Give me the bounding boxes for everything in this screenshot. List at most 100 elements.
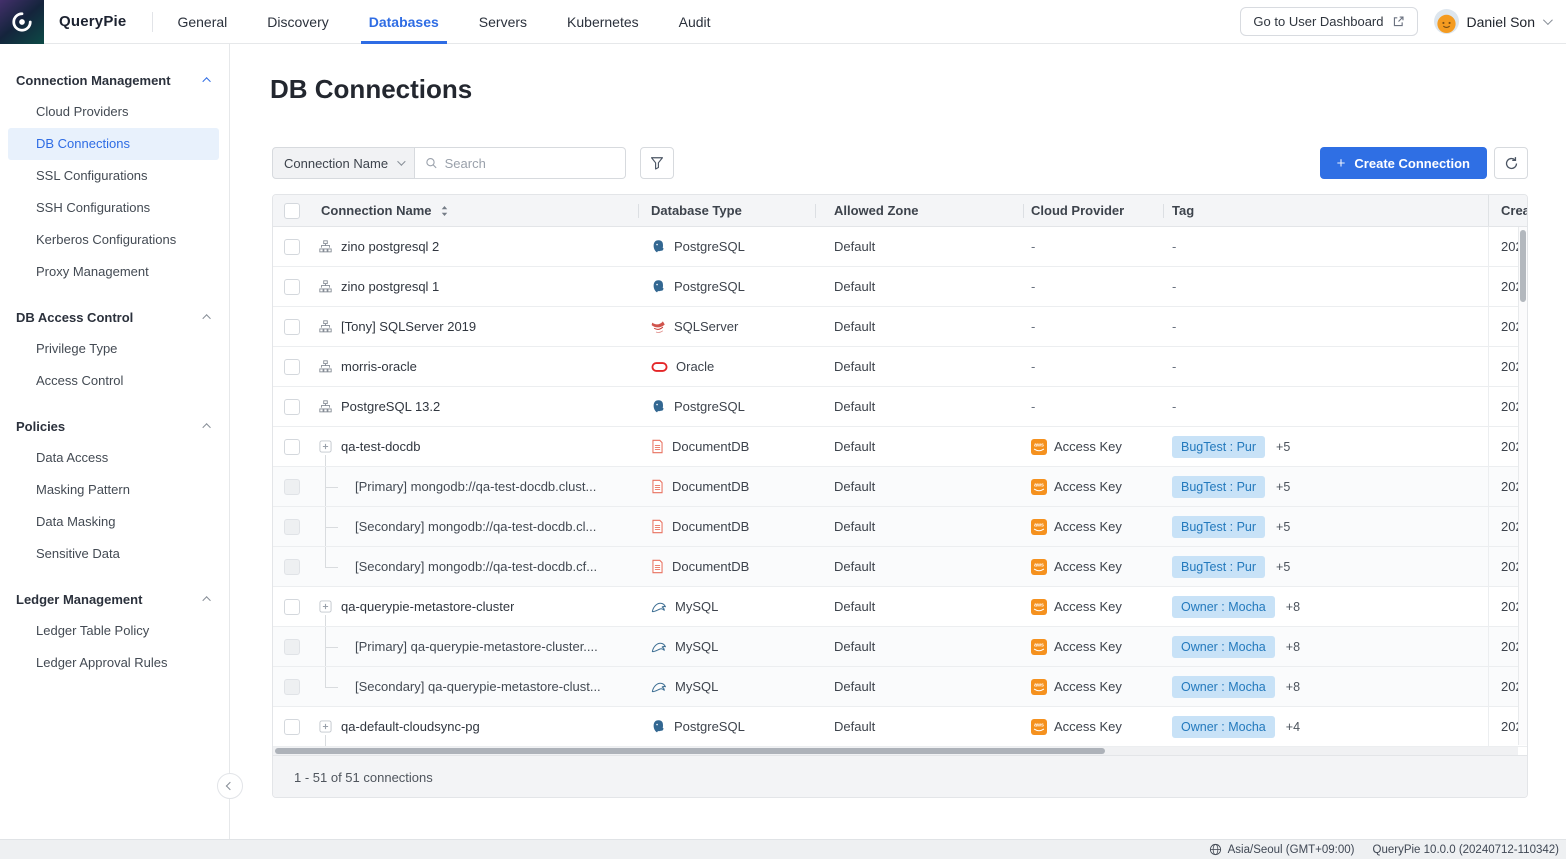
- tag-chip[interactable]: Owner : Mocha: [1172, 716, 1275, 738]
- sidebar-item-cloud-providers[interactable]: Cloud Providers: [8, 96, 219, 128]
- column-header-database-type[interactable]: Database Type: [638, 195, 815, 226]
- column-header-connection-name[interactable]: Connection Name: [317, 195, 638, 226]
- sidebar-section-header-ledger-management[interactable]: Ledger Management: [0, 583, 229, 615]
- table-row[interactable]: qa-querypie-metastore-cluster MySQL Defa…: [273, 587, 1527, 627]
- refresh-button[interactable]: [1494, 147, 1528, 179]
- top-navbar: QueryPie GeneralDiscoveryDatabasesServer…: [0, 0, 1566, 44]
- sidebar-collapse-button[interactable]: [217, 773, 243, 799]
- timezone-label: Asia/Seoul (GMT+09:00): [1228, 844, 1355, 856]
- expand-row-button[interactable]: [319, 600, 332, 613]
- nav-tab-discovery[interactable]: Discovery: [267, 0, 328, 44]
- tag-chip[interactable]: Owner : Mocha: [1172, 596, 1275, 618]
- row-checkbox[interactable]: [284, 719, 300, 735]
- sidebar-item-ledger-approval-rules[interactable]: Ledger Approval Rules: [8, 647, 219, 679]
- sidebar-item-sensitive-data[interactable]: Sensitive Data: [8, 538, 219, 570]
- row-checkbox[interactable]: [284, 399, 300, 415]
- sidebar-section-header-policies[interactable]: Policies: [0, 410, 229, 442]
- nav-tab-servers[interactable]: Servers: [479, 0, 527, 44]
- row-checkbox[interactable]: [284, 239, 300, 255]
- row-checkbox[interactable]: [284, 639, 300, 655]
- sidebar-item-kerberos-configurations[interactable]: Kerberos Configurations: [8, 224, 219, 256]
- table-row[interactable]: zino postgresql 2 PostgreSQL Default - -…: [273, 227, 1527, 267]
- tag-chip[interactable]: BugTest : Pur: [1172, 436, 1265, 458]
- column-header-created[interactable]: Crea: [1488, 195, 1527, 226]
- expand-row-button[interactable]: [319, 440, 332, 453]
- sidebar-item-privilege-type[interactable]: Privilege Type: [8, 333, 219, 365]
- horizontal-scrollbar-thumb[interactable]: [275, 748, 1105, 754]
- column-header-tag[interactable]: Tag: [1163, 195, 1488, 226]
- tag-chip[interactable]: BugTest : Pur: [1172, 476, 1265, 498]
- tree-connector: [325, 547, 326, 567]
- create-connection-button[interactable]: + Create Connection: [1320, 147, 1487, 179]
- tag-more-count[interactable]: +5: [1276, 560, 1290, 574]
- tag-more-count[interactable]: +5: [1276, 440, 1290, 454]
- row-checkbox[interactable]: [284, 439, 300, 455]
- vertical-scrollbar-thumb[interactable]: [1520, 230, 1526, 302]
- nav-tab-general[interactable]: General: [177, 0, 227, 44]
- sidebar-item-ssh-configurations[interactable]: SSH Configurations: [8, 192, 219, 224]
- vertical-scrollbar[interactable]: [1518, 227, 1527, 745]
- row-checkbox[interactable]: [284, 479, 300, 495]
- go-to-user-dashboard-button[interactable]: Go to User Dashboard: [1240, 7, 1417, 36]
- sidebar-item-ledger-table-policy[interactable]: Ledger Table Policy: [8, 615, 219, 647]
- sidebar-item-masking-pattern[interactable]: Masking Pattern: [8, 474, 219, 506]
- table-row[interactable]: [Primary] qa-querypie-metastore-cluster.…: [273, 627, 1527, 667]
- filter-button[interactable]: [640, 147, 674, 179]
- nav-tab-databases[interactable]: Databases: [369, 0, 439, 44]
- row-checkbox[interactable]: [284, 599, 300, 615]
- table-row[interactable]: qa-default-cloudsync-pg PostgreSQL Defau…: [273, 707, 1527, 747]
- table-row[interactable]: qa-test-docdb DocumentDB Default awsAcce…: [273, 427, 1527, 467]
- select-all-checkbox[interactable]: [284, 203, 300, 219]
- sidebar-item-db-connections[interactable]: DB Connections: [8, 128, 219, 160]
- row-checkbox[interactable]: [284, 559, 300, 575]
- expand-icon: [319, 600, 332, 613]
- tag-chip[interactable]: BugTest : Pur: [1172, 556, 1265, 578]
- user-menu[interactable]: Daniel Son: [1434, 9, 1551, 34]
- nav-tab-audit[interactable]: Audit: [679, 0, 711, 44]
- tag-more-count[interactable]: +8: [1286, 600, 1300, 614]
- tag-chip[interactable]: BugTest : Pur: [1172, 516, 1265, 538]
- tag-more-count[interactable]: +8: [1286, 680, 1300, 694]
- row-checkbox[interactable]: [284, 679, 300, 695]
- row-checkbox[interactable]: [284, 279, 300, 295]
- tag-more-count[interactable]: +4: [1286, 720, 1300, 734]
- sidebar-section-header-connection-management[interactable]: Connection Management: [0, 64, 229, 96]
- tag-more-count[interactable]: +8: [1286, 640, 1300, 654]
- column-header-cloud-provider[interactable]: Cloud Provider: [1023, 195, 1163, 226]
- row-checkbox[interactable]: [284, 319, 300, 335]
- tag-cell: -: [1163, 267, 1488, 306]
- table-row[interactable]: zino postgresql 1 PostgreSQL Default - -…: [273, 267, 1527, 307]
- horizontal-scrollbar[interactable]: [273, 747, 1518, 755]
- expand-row-button[interactable]: [319, 720, 332, 733]
- sidebar-item-access-control[interactable]: Access Control: [8, 365, 219, 397]
- search-input[interactable]: [445, 156, 615, 171]
- row-checkbox[interactable]: [284, 359, 300, 375]
- row-checkbox[interactable]: [284, 519, 300, 535]
- tag-more-count[interactable]: +5: [1276, 520, 1290, 534]
- chevron-up-icon: [202, 596, 210, 604]
- sidebar-item-data-access[interactable]: Data Access: [8, 442, 219, 474]
- sidebar-section-header-db-access-control[interactable]: DB Access Control: [0, 301, 229, 333]
- refresh-icon: [1504, 156, 1519, 171]
- search-field-select[interactable]: Connection Name: [272, 147, 415, 179]
- tree-connector: [325, 527, 338, 528]
- postgresql-icon: [651, 719, 666, 734]
- table-row[interactable]: [Secondary] mongodb://qa-test-docdb.cf..…: [273, 547, 1527, 587]
- funnel-icon: [650, 156, 664, 170]
- table-row[interactable]: [Secondary] qa-querypie-metastore-clust.…: [273, 667, 1527, 707]
- table-row[interactable]: [Primary] mongodb://qa-test-docdb.clust.…: [273, 467, 1527, 507]
- nav-tab-kubernetes[interactable]: Kubernetes: [567, 0, 639, 44]
- table-row[interactable]: morris-oracle Oracle Default - - 202: [273, 347, 1527, 387]
- tag-more-count[interactable]: +5: [1276, 480, 1290, 494]
- tag-chip[interactable]: Owner : Mocha: [1172, 676, 1275, 698]
- column-header-allowed-zone[interactable]: Allowed Zone: [815, 195, 1023, 226]
- user-name: Daniel Son: [1467, 14, 1536, 30]
- sidebar-item-data-masking[interactable]: Data Masking: [8, 506, 219, 538]
- table-row[interactable]: PostgreSQL 13.2 PostgreSQL Default - - 2…: [273, 387, 1527, 427]
- sidebar-item-ssl-configurations[interactable]: SSL Configurations: [8, 160, 219, 192]
- tag-chip[interactable]: Owner : Mocha: [1172, 636, 1275, 658]
- table-row[interactable]: [Secondary] mongodb://qa-test-docdb.cl..…: [273, 507, 1527, 547]
- table-row[interactable]: [Tony] SQLServer 2019 SQLServer Default …: [273, 307, 1527, 347]
- expand-icon: [319, 440, 332, 453]
- sidebar-item-proxy-management[interactable]: Proxy Management: [8, 256, 219, 288]
